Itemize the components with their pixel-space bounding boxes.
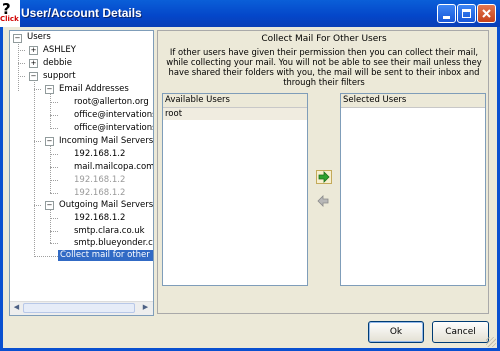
account-tree[interactable]: − Users + ASHLEY + debbie − support − Em… [9, 30, 154, 316]
expand-users-toggle[interactable]: − [13, 34, 22, 43]
selected-users-list[interactable]: Selected Users [340, 93, 486, 286]
expand-incoming-servers-toggle[interactable]: − [45, 137, 54, 146]
tree-node-email[interactable]: root@allerton.org [74, 97, 149, 108]
tree-node-email[interactable]: office@intervations [74, 110, 153, 121]
move-left-arrow-icon [317, 195, 329, 207]
move-right-arrow-icon [318, 171, 330, 183]
resize-grip[interactable] [486, 337, 496, 347]
tree-node-incoming-server-disabled[interactable]: 192.168.1.2 [74, 175, 125, 186]
tree-node-outgoing-server[interactable]: smtp.blueyonder.co [74, 238, 153, 249]
list-item[interactable]: root [163, 108, 307, 120]
expand-email-addresses-toggle[interactable]: − [45, 85, 54, 94]
available-users-list[interactable]: Available Users root [162, 93, 308, 286]
tree-node-email[interactable]: office@intervations [74, 123, 153, 134]
scroll-thumb[interactable] [23, 303, 135, 313]
app-icon: ? Click [0, 0, 20, 27]
tree-node-incoming-servers[interactable]: Incoming Mail Servers [59, 136, 153, 147]
tree-node-user[interactable]: debbie [43, 58, 72, 69]
collect-mail-panel: Collect Mail For Other Users If other us… [157, 30, 489, 314]
close-icon [482, 9, 491, 18]
available-users-header: Available Users [163, 94, 307, 108]
tree-node-user[interactable]: support [43, 71, 76, 82]
scroll-right-arrow-icon[interactable]: ▶ [140, 302, 151, 313]
minimize-icon [443, 16, 450, 19]
title-bar[interactable]: ? Click User/Account Details [0, 0, 500, 27]
panel-title: Collect Mail For Other Users [261, 34, 387, 44]
tree-node-email-addresses[interactable]: Email Addresses [59, 84, 129, 95]
tree-horizontal-scrollbar[interactable]: ◀ ▶ [10, 301, 153, 315]
scroll-left-arrow-icon[interactable]: ◀ [11, 302, 22, 313]
tree-node-outgoing-servers[interactable]: Outgoing Mail Servers (S [59, 200, 153, 211]
window-title: User/Account Details [21, 6, 142, 20]
tree-node-collect-mail-selected[interactable]: Collect mail for other use [58, 250, 153, 261]
tree-node-outgoing-server[interactable]: 192.168.1.2 [74, 213, 125, 224]
window-frame-left [0, 27, 3, 351]
expand-outgoing-servers-toggle[interactable]: − [45, 201, 54, 210]
expand-ashley-toggle[interactable]: + [29, 46, 38, 55]
expand-support-toggle[interactable]: − [29, 72, 38, 81]
ok-button[interactable]: Ok [368, 321, 424, 343]
maximize-button[interactable] [457, 4, 476, 23]
tree-node-incoming-server[interactable]: 192.168.1.2 [74, 149, 125, 160]
tree-node-outgoing-server[interactable]: smtp.clara.co.uk [74, 226, 145, 237]
tree-node-user[interactable]: ASHLEY [43, 45, 76, 56]
minimize-button[interactable] [437, 4, 456, 23]
cancel-button[interactable]: Cancel [432, 321, 489, 343]
remove-user-button[interactable] [316, 195, 332, 209]
panel-description: If other users have given their permissi… [166, 47, 482, 87]
tree-node-incoming-server[interactable]: mail.mailcopa.com [74, 162, 153, 173]
expand-debbie-toggle[interactable]: + [29, 59, 38, 68]
close-button[interactable] [477, 4, 496, 23]
tree-node-users[interactable]: Users [27, 32, 51, 43]
app-icon-label: Click [0, 15, 19, 23]
add-user-button[interactable] [316, 170, 332, 184]
tree-node-incoming-server-disabled[interactable]: 192.168.1.2 [74, 188, 125, 199]
selected-users-header: Selected Users [341, 94, 485, 108]
maximize-icon [462, 9, 471, 18]
